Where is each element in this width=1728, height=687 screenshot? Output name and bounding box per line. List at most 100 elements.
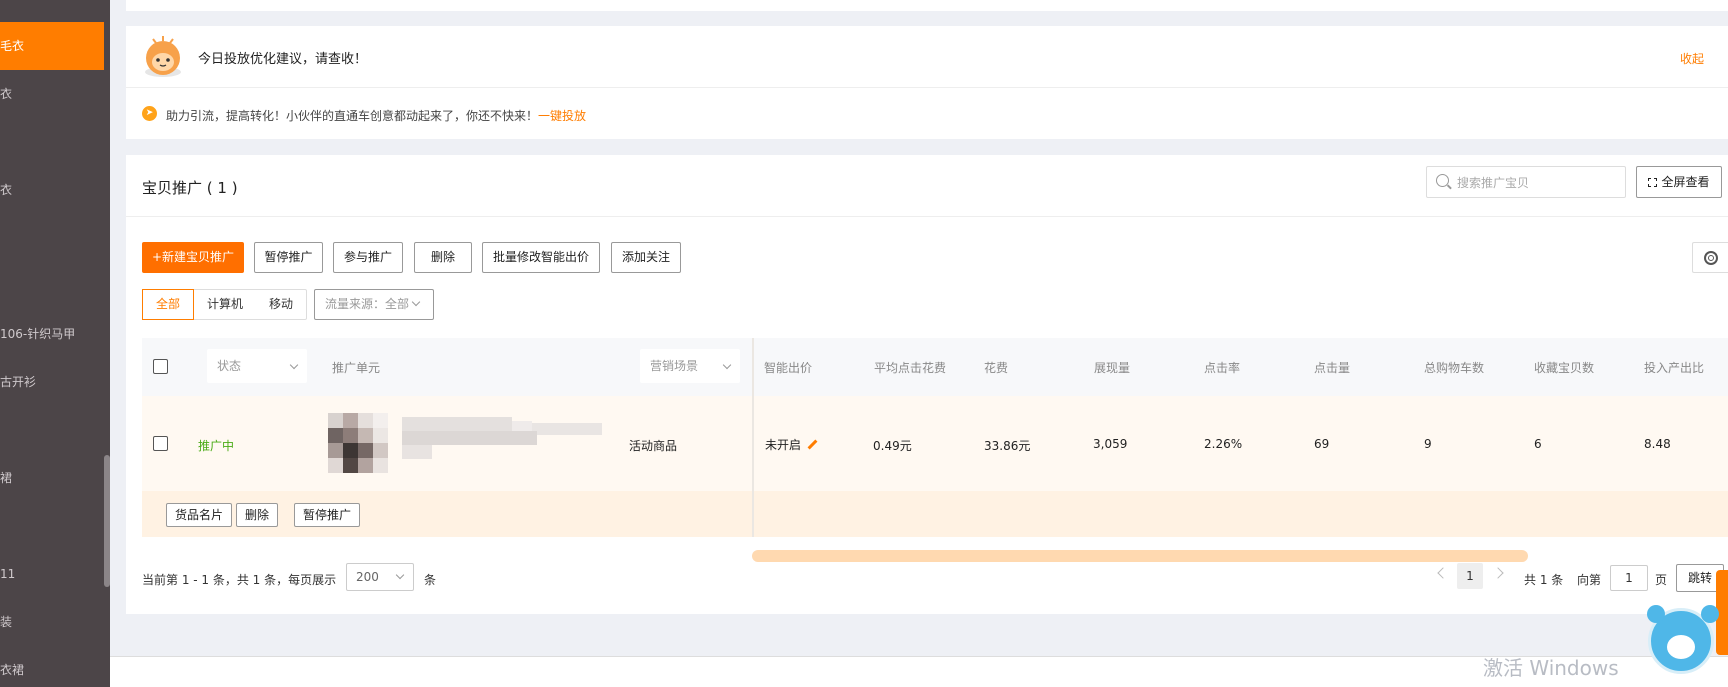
page-number-current[interactable]: 1 [1457,563,1483,589]
sidebar-item[interactable] [0,214,104,262]
smart-bid-cell: 未开启 [765,436,818,453]
collapse-link[interactable]: 收起 [1680,50,1704,67]
new-promotion-button[interactable]: +新建宝贝推广 [142,242,244,273]
header-unit: 推广单元 [332,361,381,375]
search-icon [1436,174,1449,187]
suggestion-title: 今日投放优化建议，请查收！ [198,52,368,67]
row-delete-button[interactable]: 删除 [236,503,279,527]
sidebar-item-label: 毛衣 [0,39,25,53]
header-avg-cpc[interactable]: 平均点击花费 [874,359,946,376]
tab-mobile[interactable]: 移动 [256,290,306,319]
header-smart-bid: 智能出价 [764,361,813,375]
fullscreen-label: 全屏查看 [1661,175,1710,189]
sidebar-item-dress[interactable]: 衣裙 [0,646,104,687]
product-thumbnail[interactable] [328,413,388,473]
cart-value: 9 [1424,437,1432,451]
sidebar-item-label: 衣 [0,183,13,197]
suggestion-card: 今日投放优化建议，请查收！ 收起 ➤ 助力引流，提高转化！小伙伴的直通车创意都动… [126,26,1728,139]
sidebar-item[interactable]: 衣 [0,70,104,118]
sidebar-item-label: 衣 [0,87,13,101]
page-size-value: 200 [356,570,379,584]
search-box [1426,166,1626,198]
pause-promotion-button[interactable]: 暂停推广 [254,242,323,273]
promotion-card: 宝贝推广 ( 1 ) 全屏查看 +新建宝贝推广 暂停推广 参与推广 删除 批量修… [126,155,1728,614]
row-pause-button[interactable]: 暂停推广 [294,503,361,527]
sidebar-item-skirt[interactable]: 裙 [0,454,104,502]
sidebar-item-label: 裙 [0,471,13,485]
divider [126,216,1728,217]
product-card-button[interactable]: 货品名片 [166,503,233,527]
assistant-mascot-icon[interactable] [1647,605,1719,674]
roi-value: 8.48 [1644,437,1671,451]
traffic-source-value: 流量来源：全部 [325,297,410,311]
status-filter[interactable]: 状态 [207,349,307,383]
edit-pencil-icon[interactable] [807,439,818,450]
fixed-column-divider [752,338,754,537]
header-cost[interactable]: 花费 [984,359,1008,376]
chevron-down-icon [722,360,732,370]
product-name-blurred[interactable] [402,417,602,459]
delete-button[interactable]: 删除 [414,242,472,273]
header-roi[interactable]: 投入产出比 [1644,359,1704,376]
top-card [126,0,1728,11]
avg-cpc-value: 0.49元 [873,439,912,453]
next-page-icon[interactable] [1492,567,1504,579]
impressions-value: 3,059 [1093,437,1128,451]
gear-icon [1704,251,1718,265]
page-size-select[interactable]: 200 [346,563,414,591]
horizontal-scrollbar[interactable] [752,550,1528,562]
sidebar-item-knit-vest[interactable]: 106-针织马甲 [0,310,104,358]
favorites-value: 6 [1534,437,1542,451]
join-promotion-button[interactable]: 参与推广 [333,242,403,273]
sidebar: 毛衣 衣 衣 106-针织马甲 古开衫 裙 11 装 衣裙 [0,0,110,687]
device-tabs: 全部 计算机 移动 [142,289,308,320]
sidebar-item-label: 衣裙 [0,663,25,677]
sidebar-item-label: 11 [0,567,16,581]
prev-page-icon[interactable] [1437,567,1449,579]
sidebar-item[interactable]: 衣 [0,166,104,214]
sidebar-scrollbar[interactable] [104,455,110,587]
header-clicks[interactable]: 点击量 [1314,359,1350,376]
clicks-value: 69 [1314,437,1330,451]
page-size-unit: 条 [424,573,437,587]
smart-bid-value: 未开启 [765,438,802,452]
divider [126,87,1728,88]
chevron-down-icon [289,360,299,370]
tab-computer[interactable]: 计算机 [194,290,256,319]
mascot-face [1667,635,1695,659]
one-click-launch-link[interactable]: 一键投放 [538,109,586,123]
column-settings-button[interactable] [1692,242,1728,273]
chevron-down-icon [395,570,405,580]
mascot-icon [145,36,181,77]
header-favorites[interactable]: 收藏宝贝数 [1534,359,1594,376]
fullscreen-icon [1648,178,1658,187]
batch-smart-bid-button[interactable]: 批量修改智能出价 [482,242,600,273]
search-input[interactable] [1457,173,1617,193]
row-checkbox[interactable] [153,436,168,451]
ctr-value: 2.26% [1204,437,1243,451]
select-all-checkbox[interactable] [153,359,168,374]
sidebar-item-sweater[interactable]: 毛衣 [0,22,104,70]
mascot-ear [1701,605,1719,623]
sidebar-item[interactable]: 11 [0,550,104,598]
header-ctr[interactable]: 点击率 [1204,359,1240,376]
scene-value: 活动商品 [629,439,678,453]
goto-page-input[interactable] [1610,565,1648,591]
table-header: 状态 推广单元 营销场景 智能出价 平均点击花费 花费 展现量 点击率 点击量 … [142,338,1728,396]
header-cart[interactable]: 总购物车数 [1424,359,1484,376]
tip-text: 助力引流，提高转化！小伙伴的直通车创意都动起来了，你还不快来！一键投放 [166,107,586,124]
sidebar-item-label: 装 [0,615,13,629]
sidebar-item[interactable]: 装 [0,598,104,646]
tip-message: 助力引流，提高转化！小伙伴的直通车创意都动起来了，你还不快来！ [166,109,539,123]
sidebar-item-cardigan[interactable]: 古开衫 [0,358,104,406]
cost-value: 33.86元 [984,439,1031,453]
tab-all[interactable]: 全部 [142,289,195,320]
scene-filter[interactable]: 营销场景 [640,349,740,383]
windows-activation-watermark: 激活 Windows [1483,656,1619,680]
fullscreen-button[interactable]: 全屏查看 [1636,166,1722,198]
sidebar-item-label: 106-针织马甲 [0,327,76,341]
header-impressions[interactable]: 展现量 [1094,359,1130,376]
add-follow-button[interactable]: 添加关注 [611,242,681,273]
rocket-icon: ➤ [142,106,157,121]
traffic-source-select[interactable]: 流量来源：全部 [314,289,434,320]
